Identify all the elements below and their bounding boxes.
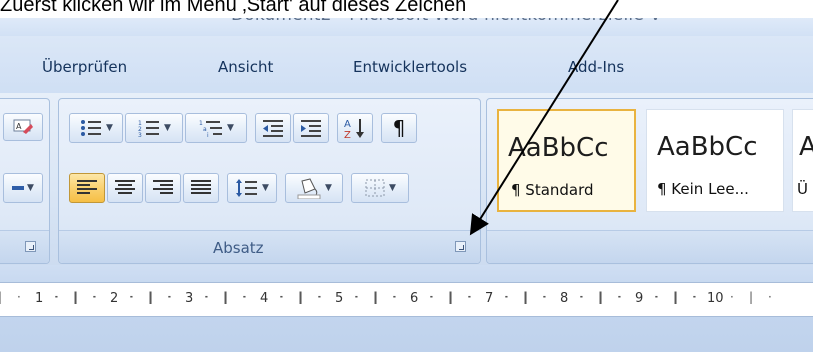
annotation-arrow <box>469 0 619 236</box>
arrow-line <box>469 0 619 236</box>
